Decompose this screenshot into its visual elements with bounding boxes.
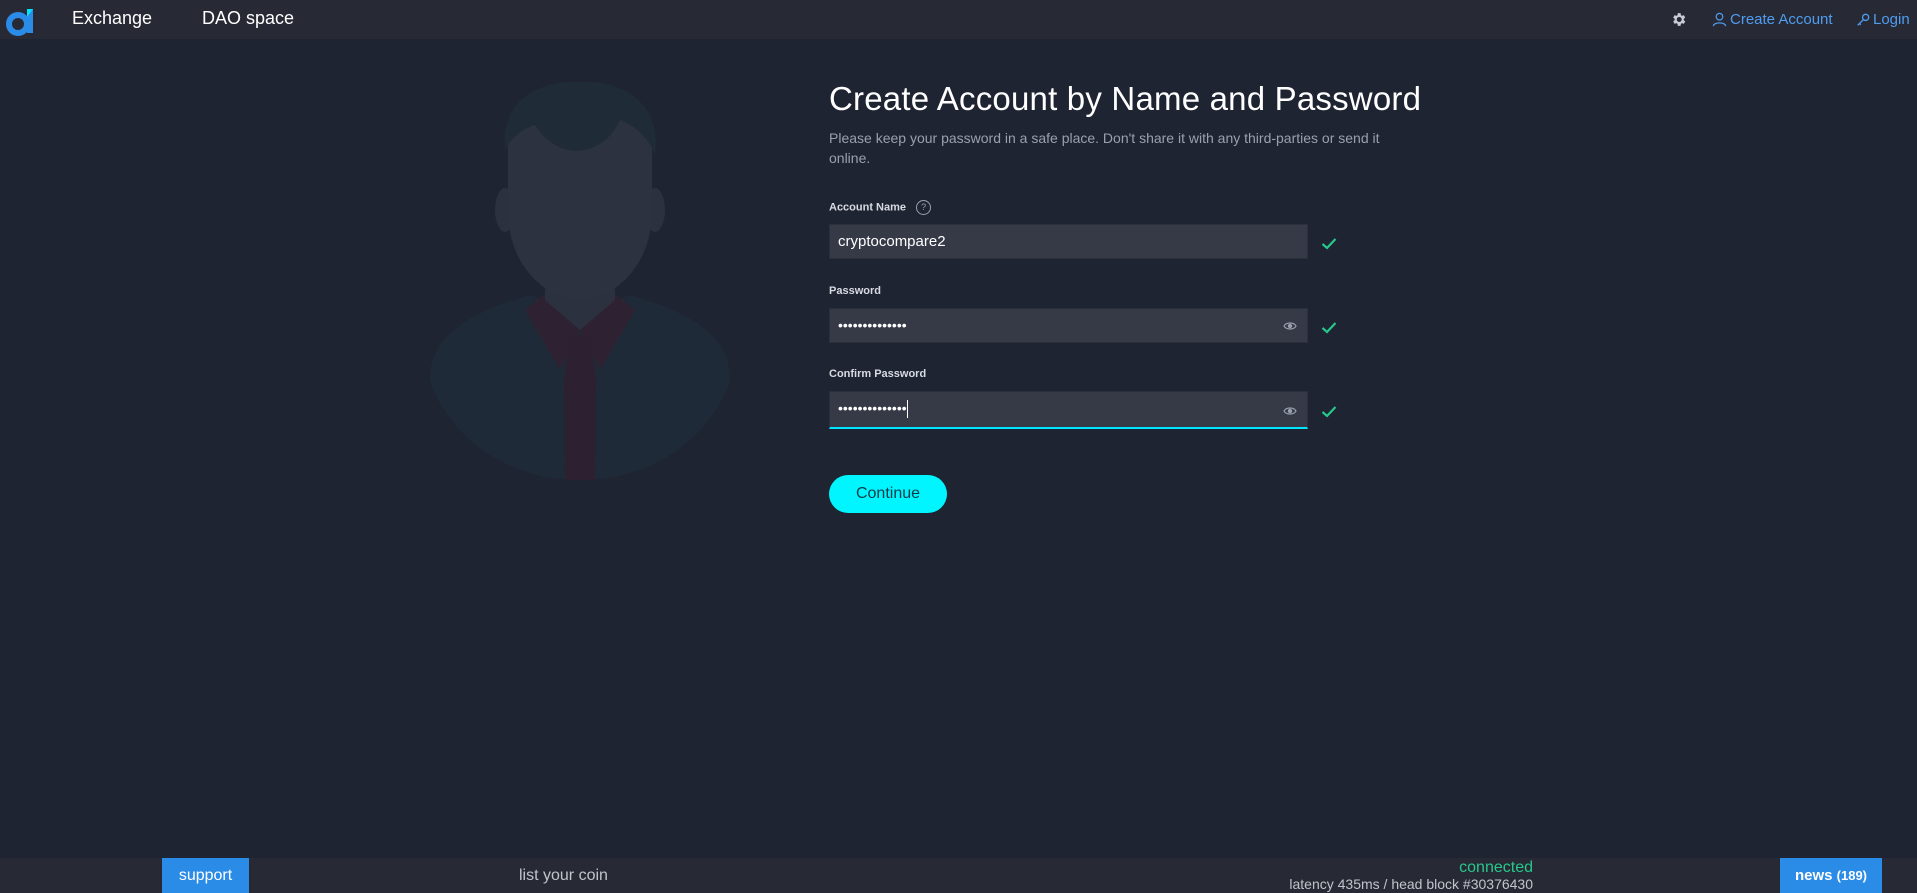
password-value: ••••••••••••••	[838, 317, 907, 333]
avatar-illustration	[430, 81, 730, 480]
eye-icon[interactable]	[1283, 405, 1297, 417]
help-icon[interactable]: ?	[916, 200, 932, 215]
nav-dao-space[interactable]: DAO space	[202, 8, 294, 29]
password-label: Password	[829, 285, 881, 297]
news-count: (189)	[1836, 868, 1868, 883]
create-account-form: Create Account by Name and Password Plea…	[829, 80, 1422, 168]
latency-head-block: latency 435ms / head block #30376430	[1289, 876, 1533, 892]
create-account-link[interactable]: Create Account	[1712, 11, 1833, 28]
check-icon	[1321, 322, 1337, 334]
nav-exchange[interactable]: Exchange	[72, 8, 152, 29]
page-subtitle: Please keep your password in a safe plac…	[829, 130, 1380, 166]
news-label: news	[1794, 867, 1833, 884]
account-name-value: cryptocompare2	[838, 233, 946, 250]
account-name-label: Account Name	[829, 201, 907, 214]
top-navbar: Exchange DAO space Create Account Login	[0, 0, 1917, 39]
check-icon	[1321, 238, 1337, 250]
list-your-coin-link[interactable]: list your coin	[519, 867, 608, 885]
footer-bar: support list your coin connected latency…	[0, 858, 1917, 893]
confirm-password-input[interactable]: ••••••••••••••	[829, 391, 1308, 429]
create-account-label: Create Account	[1730, 11, 1833, 28]
login-label: Login	[1873, 11, 1910, 28]
logo-icon[interactable]	[6, 5, 38, 37]
key-icon	[1857, 13, 1870, 26]
support-button[interactable]: support	[162, 858, 249, 893]
account-name-input[interactable]: cryptocompare2	[829, 224, 1308, 259]
account-name-label-wrap: Account Name ?	[829, 200, 932, 215]
connection-status: connected	[1459, 859, 1533, 876]
user-icon	[1712, 12, 1727, 27]
password-input[interactable]: ••••••••••••••	[829, 308, 1308, 343]
page-title: Create Account by Name and Password	[829, 80, 1422, 117]
gear-icon[interactable]	[1670, 11, 1687, 28]
eye-icon[interactable]	[1283, 320, 1297, 332]
confirm-password-label: Confirm Password	[829, 368, 927, 380]
check-icon	[1321, 406, 1337, 418]
login-link[interactable]: Login	[1856, 11, 1910, 28]
news-button[interactable]: news (189)	[1780, 858, 1882, 893]
text-caret	[906, 400, 908, 419]
confirm-password-value: ••••••••••••••	[838, 400, 907, 416]
continue-button[interactable]: Continue	[829, 475, 947, 513]
